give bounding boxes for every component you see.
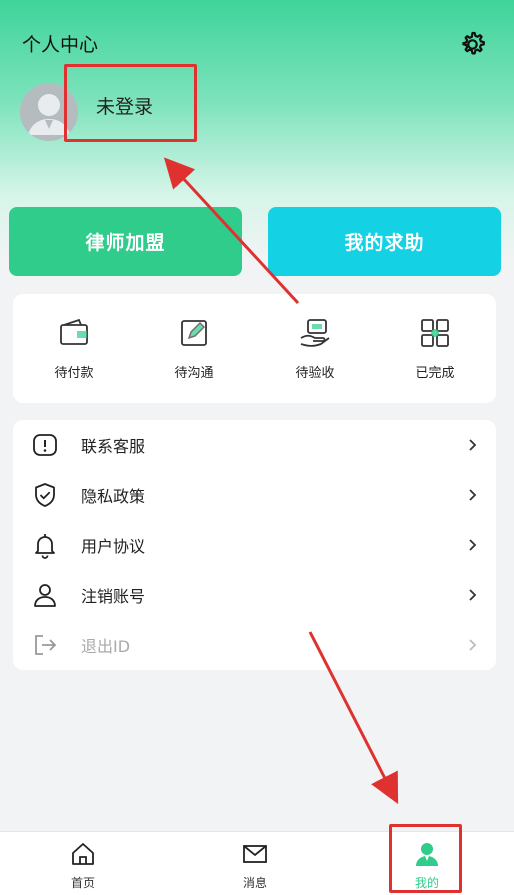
menu-label: 联系客服: [81, 437, 146, 456]
order-completed[interactable]: 已完成: [390, 316, 480, 381]
order-label: 待沟通: [174, 366, 214, 381]
tab-home[interactable]: 首页: [43, 840, 123, 891]
hand-card-icon: [300, 319, 330, 347]
chevron-right-icon: [469, 539, 477, 551]
annotation-box-login: [64, 64, 197, 142]
tab-label: 消息: [242, 876, 267, 890]
order-label: 已完成: [415, 366, 455, 381]
user-icon: [34, 584, 56, 607]
lawyer-join-button[interactable]: 律师加盟: [9, 207, 242, 276]
menu-label: 用户协议: [81, 537, 146, 556]
order-pending-acceptance[interactable]: 待验收: [270, 316, 360, 381]
bell-icon: [35, 534, 55, 559]
chevron-right-icon: [469, 489, 477, 501]
menu-item-privacy[interactable]: 隐私政策: [13, 470, 496, 520]
settings-menu: 联系客服 隐私政策 用户协议 注销账号 退出ID: [13, 420, 496, 670]
logout-icon: [35, 635, 57, 655]
chevron-right-icon: [469, 439, 477, 451]
tab-messages[interactable]: 消息: [215, 840, 295, 891]
menu-item-delete-account[interactable]: 注销账号: [13, 570, 496, 620]
menu-item-customer-service[interactable]: 联系客服: [13, 420, 496, 470]
menu-label: 退出ID: [81, 637, 131, 656]
my-help-button[interactable]: 我的求助: [268, 207, 501, 276]
edit-icon: [181, 320, 207, 346]
grid-check-icon: [421, 319, 449, 347]
order-label: 待验收: [295, 366, 335, 381]
chevron-right-icon: [469, 639, 477, 651]
menu-item-user-agreement[interactable]: 用户协议: [13, 520, 496, 570]
menu-label: 注销账号: [81, 587, 146, 606]
annotation-box-mine-tab: [389, 824, 462, 893]
menu-item-logout[interactable]: 退出ID: [13, 620, 496, 670]
wallet-icon: [60, 318, 88, 345]
mail-icon: [243, 845, 267, 863]
menu-label: 隐私政策: [81, 487, 146, 506]
gear-icon[interactable]: [456, 28, 488, 60]
order-status-card: 待付款 待沟通 待验收 已完成: [13, 294, 496, 403]
page-title: 个人中心: [22, 34, 99, 56]
chevron-right-icon: [469, 589, 477, 601]
alert-icon: [33, 434, 57, 456]
shield-icon: [35, 483, 55, 507]
tab-label: 首页: [70, 876, 95, 890]
order-label: 待付款: [54, 366, 94, 381]
order-pending-communication[interactable]: 待沟通: [149, 316, 239, 381]
home-icon: [72, 843, 94, 865]
order-pending-payment[interactable]: 待付款: [29, 316, 119, 381]
